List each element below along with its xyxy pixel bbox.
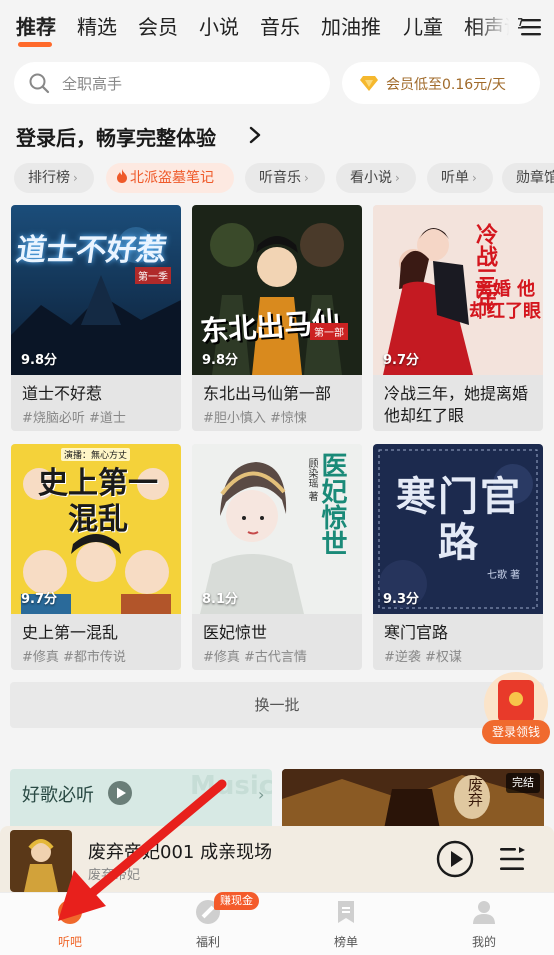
book-tags: #修真 #都市传说 xyxy=(22,650,126,665)
play-button-icon[interactable] xyxy=(436,840,474,878)
chip-label: 勋章馆 xyxy=(516,170,554,186)
cover-subtitle-art: 离婚 他却红了眼 xyxy=(469,279,541,322)
chip-rankings[interactable]: 排行榜 › xyxy=(14,163,94,193)
chevron-right-icon: › xyxy=(395,171,400,185)
now-playing-title: 废弃帝妃001 成亲现场 xyxy=(88,842,273,863)
vip-promo-button[interactable]: 会员低至0.16元/天 xyxy=(342,62,540,104)
tab-music[interactable]: 音乐 xyxy=(260,14,300,40)
diamond-icon xyxy=(360,76,378,91)
book-card[interactable]: 东北出马仙 第一部 9.8分 东北出马仙第一部 #胆小慎入 #惊悚 xyxy=(192,205,362,431)
rating-score: 8.1分 xyxy=(202,592,239,607)
cover-title-art: 史上第一混乱 xyxy=(38,466,158,537)
search-icon xyxy=(29,73,50,94)
rating-score: 9.3分 xyxy=(383,592,420,607)
nav-listen[interactable]: 听吧 xyxy=(30,893,110,955)
search-input[interactable]: 全职高手 xyxy=(14,62,330,104)
leaf-icon xyxy=(58,900,82,924)
envelope-seal-icon xyxy=(509,692,523,706)
book-title: 东北出马仙第一部 xyxy=(203,384,332,403)
login-prompt[interactable]: 登录后，畅享完整体验 xyxy=(16,122,216,151)
cover-author-label: 七歌 著 xyxy=(487,570,521,581)
chip-medals[interactable]: 勋章馆 xyxy=(502,163,554,193)
nav-label: 我的 xyxy=(471,935,496,949)
cover-season-badge: 第一季 xyxy=(135,267,171,284)
book-title: 寒门官路 xyxy=(384,623,449,642)
cover-narrator-label: 演播：無心方丈 xyxy=(61,448,131,461)
book-tags: #胆小慎入 #惊悚 xyxy=(203,411,307,426)
rating-score: 9.7分 xyxy=(383,353,420,368)
chevron-right-icon: › xyxy=(258,785,265,804)
chip-listen-music[interactable]: 听音乐 › xyxy=(245,163,325,193)
cover-title-art: 医妃惊世 xyxy=(317,452,347,556)
refresh-batch-button[interactable]: 换一批 xyxy=(10,682,544,728)
book-card[interactable]: 演播：無心方丈 史上第一混乱 9.7分 史上第一混乱 #修真 #都市传说 xyxy=(11,444,181,670)
tab-featured[interactable]: 精选 xyxy=(77,14,117,40)
rating-score: 9.8分 xyxy=(21,353,58,368)
top-tab-bar: 推荐 精选 会员 小说 音乐 加油推 儿童 相声评 xyxy=(0,0,554,52)
mini-player[interactable]: 废弃帝妃001 成亲现场 废弃帝妃 xyxy=(0,826,554,892)
book-card[interactable]: 寒门官路 七歌 著 9.3分 寒门官路 #逆袭 #权谋 xyxy=(373,444,543,670)
book-tags: #逆袭 #权谋 xyxy=(384,650,462,665)
now-playing-album: 废弃帝妃 xyxy=(88,868,141,883)
tab-recommend[interactable]: 推荐 xyxy=(16,14,56,40)
good-songs-title: 好歌必听 xyxy=(22,785,94,806)
chevron-right-icon[interactable] xyxy=(248,126,262,144)
book-title: 道士不好惹 xyxy=(22,384,103,403)
album-cover-title: 废弃 xyxy=(466,777,484,807)
cover-title-art: 寒门官路 xyxy=(396,474,522,566)
earn-cash-badge: 赚现金 xyxy=(214,892,259,910)
book-title: 史上第一混乱 xyxy=(22,623,119,642)
chevron-right-icon: › xyxy=(304,171,309,185)
search-placeholder: 全职高手 xyxy=(62,75,123,93)
chip-label: 北派盗墓笔记 xyxy=(130,170,214,186)
fire-icon xyxy=(117,169,127,183)
red-packet-widget[interactable]: 登录领钱 xyxy=(482,672,550,746)
chip-label: 听单 xyxy=(441,170,469,186)
play-circle-icon[interactable] xyxy=(108,781,132,805)
active-tab-indicator xyxy=(18,42,52,47)
bottom-nav: 听吧 福利 榜单 我的 xyxy=(0,892,554,955)
book-title: 医妃惊世 xyxy=(203,623,268,642)
red-packet-label: 登录领钱 xyxy=(482,720,550,744)
tab-vip[interactable]: 会员 xyxy=(138,14,178,40)
cover-volume-badge: 第一部 xyxy=(310,323,348,340)
chip-label: 听音乐 xyxy=(259,170,301,186)
rating-score: 9.8分 xyxy=(202,353,239,368)
vip-promo-label: 会员低至0.16元/天 xyxy=(386,77,506,93)
book-card[interactable]: 道士不好惹 第一季 9.8分 道士不好惹 #烧脑必听 #道士 xyxy=(11,205,181,431)
nav-label: 听吧 xyxy=(57,935,82,949)
tab-kids[interactable]: 儿童 xyxy=(403,14,443,40)
book-card[interactable]: 顾染瑶 著 医妃惊世 8.1分 医妃惊世 #修真 #古代言情 xyxy=(192,444,362,670)
nav-profile[interactable]: 我的 xyxy=(444,893,524,955)
chevron-right-icon: › xyxy=(472,171,477,185)
playlist-icon[interactable] xyxy=(498,846,526,872)
tab-fade xyxy=(474,0,518,52)
bookmark-icon xyxy=(338,901,354,923)
player-cover-art xyxy=(10,830,72,892)
book-tags: #修真 #古代言情 xyxy=(203,650,307,665)
chip-playlists[interactable]: 听单 › xyxy=(427,163,493,193)
chip-hot-topic[interactable]: 北派盗墓笔记 xyxy=(106,163,234,193)
nav-charts[interactable]: 榜单 xyxy=(306,893,386,955)
book-card[interactable]: 冷战三年 离婚 他却红了眼 9.7分 冷战三年，她提离婚他却红了眼 xyxy=(373,205,543,431)
tab-boost[interactable]: 加油推 xyxy=(321,14,381,40)
menu-icon[interactable] xyxy=(520,16,542,38)
tab-novels[interactable]: 小说 xyxy=(199,14,239,40)
user-icon xyxy=(473,901,495,924)
chip-label: 排行榜 xyxy=(28,170,70,186)
chip-read-novels[interactable]: 看小说 › xyxy=(336,163,416,193)
chevron-right-icon: › xyxy=(73,171,78,185)
nav-label: 福利 xyxy=(195,935,220,949)
rating-score: 9.7分 xyxy=(21,592,58,607)
chip-label: 看小说 xyxy=(350,170,392,186)
completed-badge: 完结 xyxy=(506,773,540,793)
nav-label: 榜单 xyxy=(333,935,358,949)
book-tags: #烧脑必听 #道士 xyxy=(22,411,126,426)
book-title: 冷战三年，她提离婚他却红了眼 xyxy=(384,384,529,425)
cover-title-art: 道士不好惹 xyxy=(14,233,169,268)
